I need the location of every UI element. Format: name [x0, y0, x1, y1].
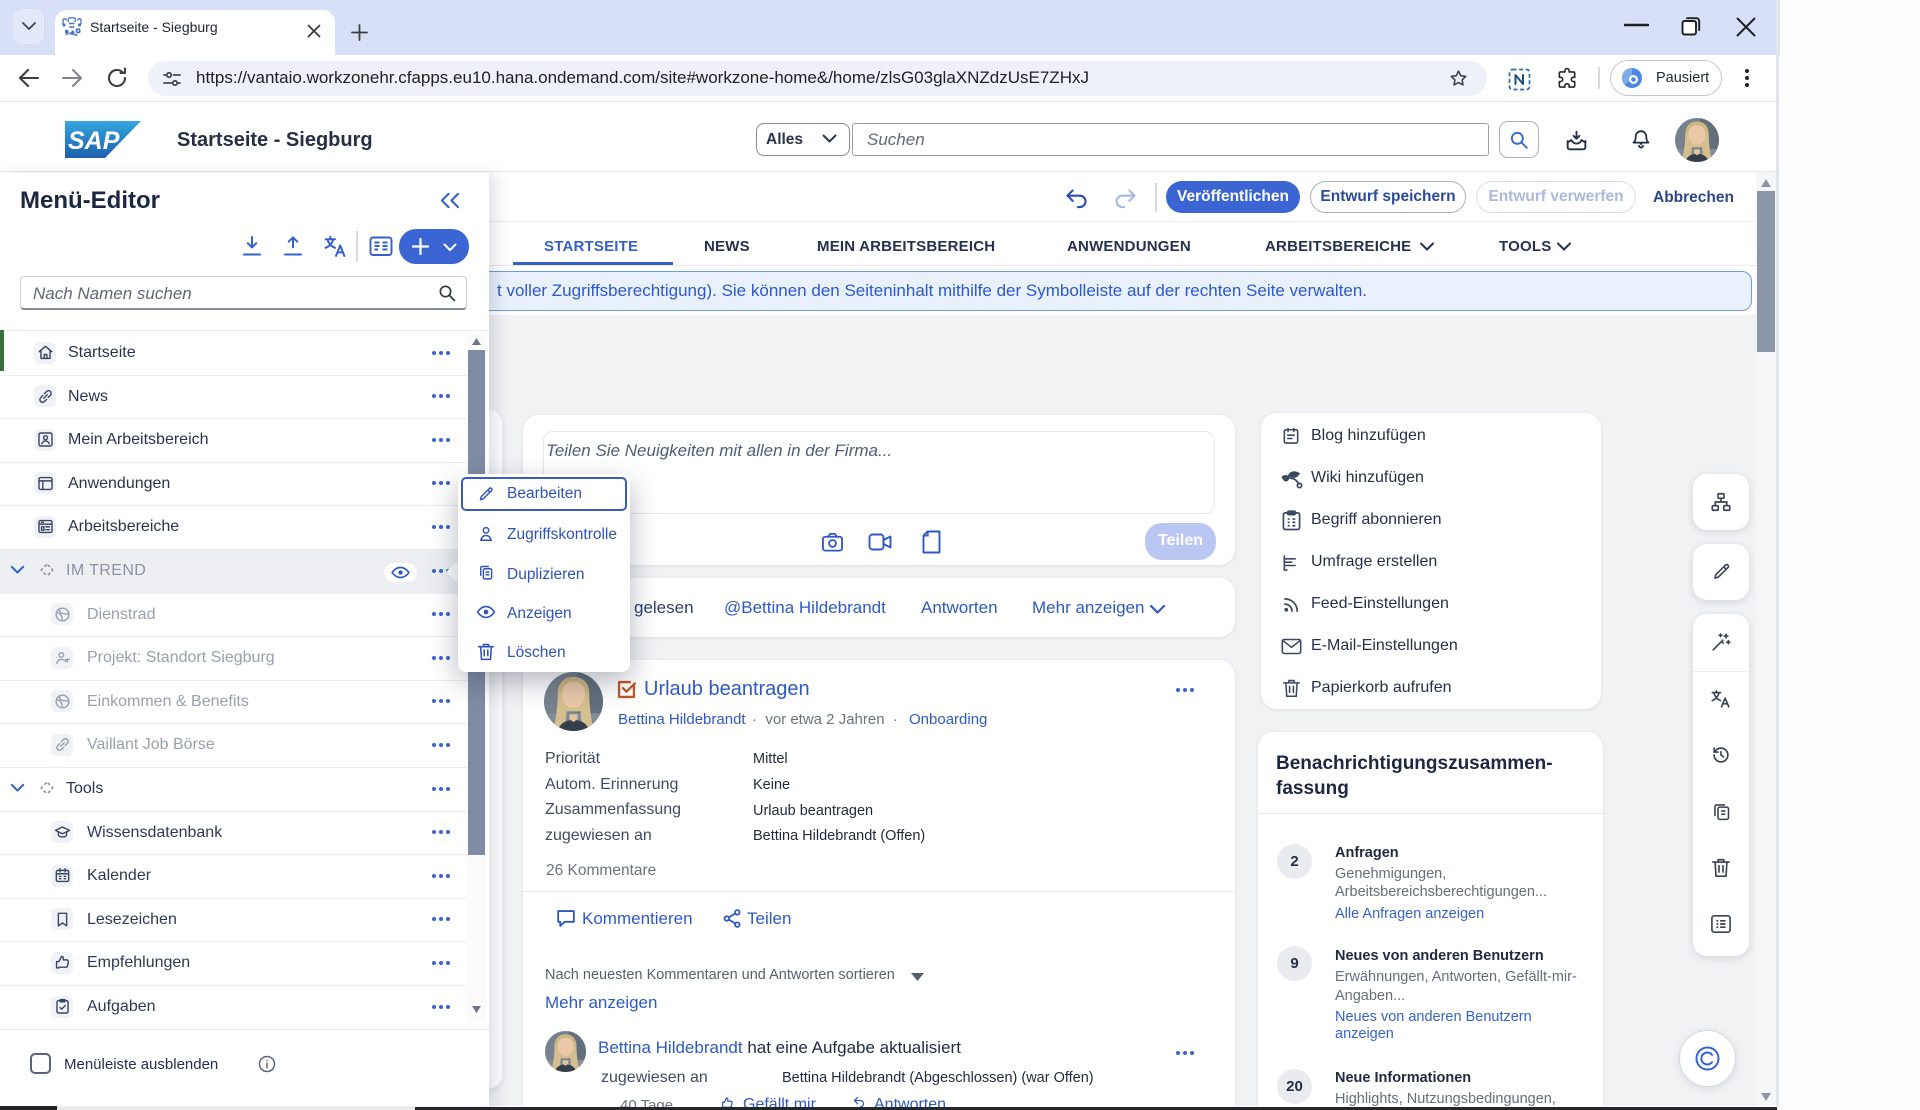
- svg-text:SAP: SAP: [68, 127, 120, 155]
